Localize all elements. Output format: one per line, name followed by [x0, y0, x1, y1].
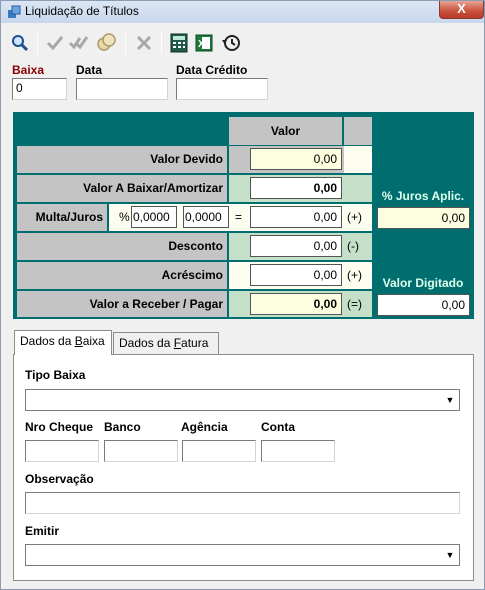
- close-button[interactable]: X: [439, 1, 484, 19]
- acrescimo-label: Acréscimo: [17, 262, 227, 289]
- valor-receber-sign: (=): [347, 297, 362, 311]
- conta-field[interactable]: [261, 440, 335, 462]
- data-credito-label: Data Crédito: [176, 63, 248, 77]
- values-panel: Valor Valor Devido 0,00 Valor A Baixar/A…: [13, 112, 474, 319]
- chevron-down-icon[interactable]: ▼: [443, 547, 457, 563]
- banco-label: Banco: [104, 420, 141, 434]
- title-bar: Liquidação de Títulos X: [1, 1, 484, 23]
- nro-cheque-field[interactable]: [25, 440, 99, 462]
- data-label: Data: [76, 63, 103, 77]
- tab-dados-fatura[interactable]: Dados da Fatura: [113, 332, 219, 354]
- cancel-icon[interactable]: [133, 32, 155, 54]
- tipo-baixa-select[interactable]: ▼: [25, 389, 460, 411]
- valor-devido-field[interactable]: 0,00: [250, 148, 342, 170]
- observacao-field[interactable]: [25, 492, 460, 514]
- acrescimo-sign: (+): [347, 268, 362, 282]
- valor-baixar-field[interactable]: 0,00: [250, 177, 342, 199]
- dados-baixa-page: Tipo Baixa ▼ Nro Cheque Banco Agência Co…: [13, 354, 474, 581]
- valor-receber-field[interactable]: 0,00: [250, 293, 342, 315]
- multa-juros-field[interactable]: 0,00: [250, 206, 342, 228]
- conta-label: Conta: [261, 420, 295, 434]
- valor-devido-label: Valor Devido: [17, 146, 227, 173]
- history-icon[interactable]: [220, 32, 242, 54]
- agencia-label: Agência: [181, 420, 228, 434]
- emitir-label: Emitir: [25, 524, 60, 538]
- juros-aplic-label: % Juros Aplic.: [381, 189, 465, 203]
- coins-icon[interactable]: [95, 32, 117, 54]
- excel-icon[interactable]: X: [193, 32, 215, 54]
- calculator-icon[interactable]: [168, 32, 190, 54]
- multa-sign: (+): [347, 210, 362, 224]
- tipo-baixa-label: Tipo Baixa: [25, 368, 86, 382]
- agencia-field[interactable]: [182, 440, 256, 462]
- multa-perc-field[interactable]: 0,0000: [131, 206, 177, 228]
- juros-perc-field[interactable]: 0,0000: [183, 206, 229, 228]
- emitir-select[interactable]: ▼: [25, 544, 460, 566]
- observacao-label: Observação: [25, 472, 94, 486]
- nro-cheque-label: Nro Cheque: [25, 420, 94, 434]
- valor-receber-label: Valor a Receber / Pagar: [17, 291, 227, 317]
- valor-digitado-field[interactable]: 0,00: [377, 294, 470, 316]
- desconto-field[interactable]: 0,00: [250, 235, 342, 257]
- toolbar: X: [1, 28, 484, 56]
- app-icon: [8, 5, 21, 18]
- valor-digitado-label: Valor Digitado: [382, 276, 464, 290]
- valor-baixar-label: Valor A Baixar/Amortizar: [17, 175, 227, 202]
- double-check-icon[interactable]: [68, 32, 90, 54]
- window-title: Liquidação de Títulos: [25, 4, 139, 18]
- desconto-label: Desconto: [17, 233, 227, 260]
- window: Liquidação de Títulos X X Baixa 0 Data D…: [0, 0, 485, 590]
- tab-dados-baixa[interactable]: Dados da Baixa: [14, 330, 112, 355]
- search-icon[interactable]: [9, 32, 31, 54]
- percent-symbol: %: [119, 210, 130, 224]
- valor-column-header: Valor: [229, 117, 342, 145]
- baixa-label: Baixa: [12, 63, 45, 77]
- data-field[interactable]: [76, 78, 168, 100]
- acrescimo-field[interactable]: 0,00: [250, 264, 342, 286]
- check-icon[interactable]: [44, 32, 66, 54]
- banco-field[interactable]: [104, 440, 178, 462]
- svg-text:X: X: [198, 39, 205, 50]
- baixa-field[interactable]: 0: [12, 78, 67, 100]
- equals-symbol: =: [235, 210, 243, 224]
- desconto-sign: (-): [347, 239, 359, 253]
- multa-juros-label: Multa/Juros: [17, 204, 107, 231]
- sign-column-header: [344, 117, 372, 145]
- data-credito-field[interactable]: [176, 78, 268, 100]
- juros-aplic-field[interactable]: 0,00: [377, 207, 470, 229]
- chevron-down-icon[interactable]: ▼: [443, 392, 457, 408]
